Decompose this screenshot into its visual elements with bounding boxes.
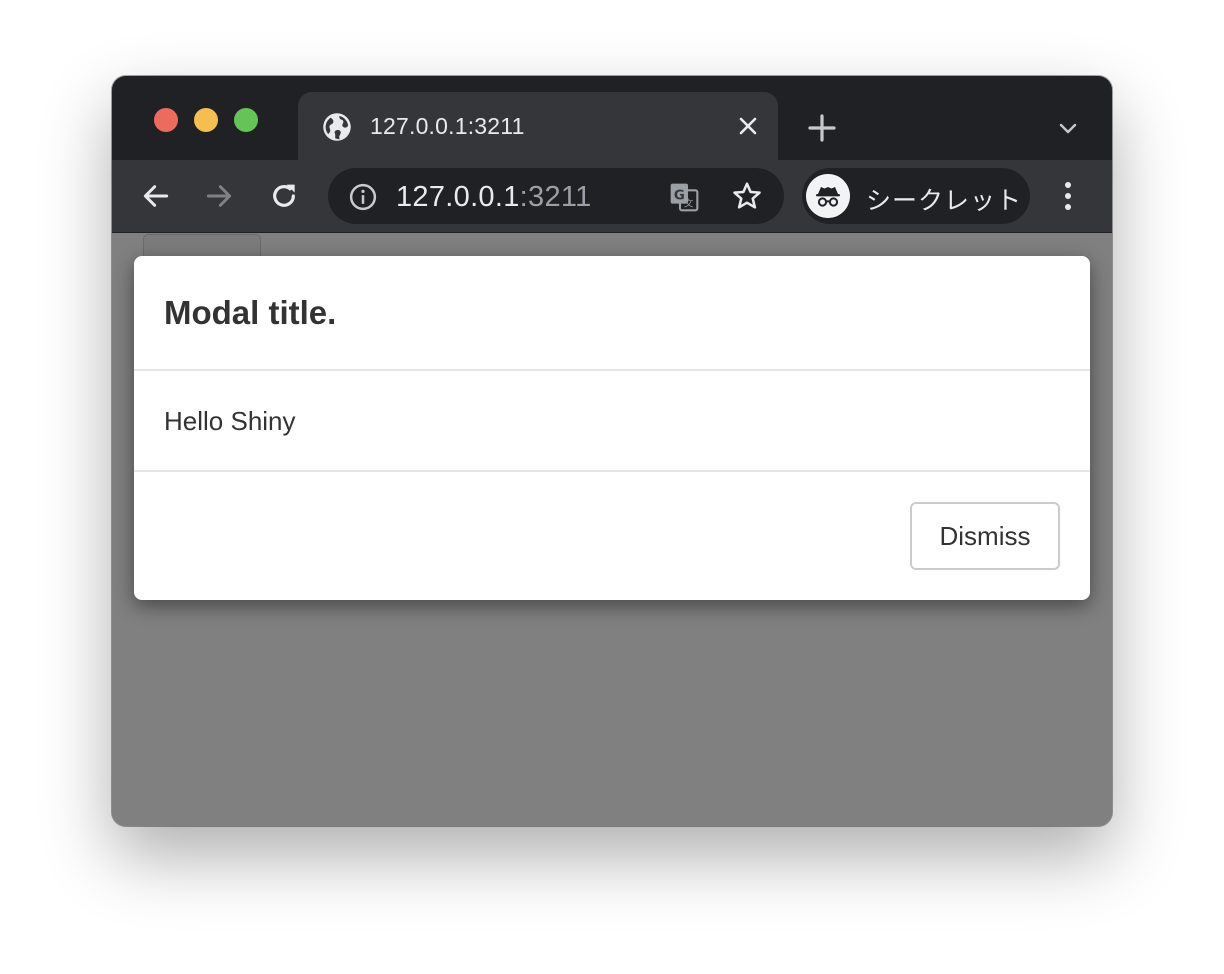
tab-title: 127.0.0.1:3211 xyxy=(370,113,525,139)
minimize-window-button[interactable] xyxy=(194,108,218,132)
modal-title: Modal title. xyxy=(164,294,337,331)
modal-header: Modal title. xyxy=(134,256,1090,371)
close-window-button[interactable] xyxy=(154,108,178,132)
incognito-label: シークレット xyxy=(866,186,1023,215)
page-viewport: Modal title. Hello Shiny Dismiss xyxy=(112,233,1112,826)
reload-icon[interactable] xyxy=(268,180,300,212)
forward-arrow-icon[interactable] xyxy=(203,180,235,212)
modal-dialog: Modal title. Hello Shiny Dismiss xyxy=(134,256,1090,600)
url-host: 127.0.0.1 xyxy=(396,181,520,213)
browser-window: 127.0.0.1:3211 127.0.0.1:3211 G 文 シークレット… xyxy=(112,76,1112,826)
info-icon[interactable] xyxy=(348,182,378,212)
incognito-profile-button[interactable]: シークレット xyxy=(802,168,1030,224)
dismiss-button[interactable]: Dismiss xyxy=(910,502,1060,570)
active-tab[interactable]: 127.0.0.1:3211 xyxy=(298,92,778,160)
address-bar[interactable]: 127.0.0.1:3211 G 文 xyxy=(328,168,784,224)
incognito-icon xyxy=(806,174,850,218)
url-port: :3211 xyxy=(519,181,592,213)
close-icon[interactable] xyxy=(736,114,760,138)
translate-icon[interactable]: G 文 xyxy=(668,181,700,213)
modal-body: Hello Shiny xyxy=(134,371,1090,472)
globe-icon xyxy=(323,113,351,141)
url-text[interactable]: 127.0.0.1:3211 xyxy=(396,181,592,214)
kebab-menu-icon[interactable] xyxy=(1054,178,1082,214)
new-tab-icon[interactable] xyxy=(806,112,838,144)
tab-strip: 127.0.0.1:3211 xyxy=(112,76,1112,160)
zoom-window-button[interactable] xyxy=(234,108,258,132)
chevron-down-icon[interactable] xyxy=(1056,116,1080,140)
svg-text:文: 文 xyxy=(684,197,693,209)
toolbar: 127.0.0.1:3211 G 文 シークレット xyxy=(112,160,1112,233)
modal-body-text: Hello Shiny xyxy=(164,406,296,436)
back-arrow-icon[interactable] xyxy=(140,180,172,212)
star-icon[interactable] xyxy=(731,180,763,212)
